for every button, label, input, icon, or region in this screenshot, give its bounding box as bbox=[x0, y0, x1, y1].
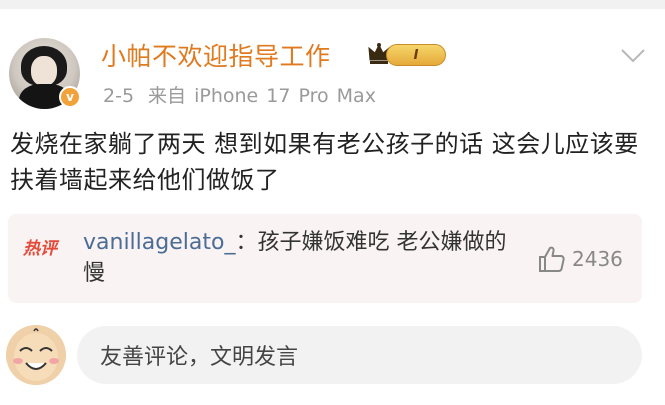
like-count: 2436 bbox=[572, 247, 623, 271]
post-content: 发烧在家躺了两天 想到如果有老公孩子的话 这会儿应该要扶着墙起来给他们做饭了 bbox=[10, 130, 639, 194]
chevron-down-icon[interactable] bbox=[620, 42, 646, 68]
hot-commenter-name[interactable]: vanillagelato_ bbox=[83, 230, 235, 255]
level-badge[interactable]: I bbox=[386, 44, 446, 66]
verified-icon: v bbox=[59, 86, 81, 108]
comment-placeholder: 友善评论，文明发言 bbox=[100, 345, 299, 370]
hot-comment-tag: 热评 bbox=[23, 239, 57, 259]
post-source: 来自 iPhone 17 Pro Max bbox=[148, 85, 376, 107]
thumbs-up-icon[interactable] bbox=[537, 244, 567, 274]
hot-comment-text: vanillagelato_：孩子嫌饭难吃 老公嫌做的慢 bbox=[83, 227, 523, 289]
post-date: 2-5 bbox=[103, 85, 135, 107]
current-user-avatar[interactable] bbox=[6, 325, 66, 385]
top-divider bbox=[0, 0, 665, 9]
username[interactable]: 小帕不欢迎指导工作 bbox=[101, 37, 331, 73]
post-meta: 2-5 来自 iPhone 17 Pro Max bbox=[103, 81, 376, 108]
avatar-face bbox=[31, 56, 57, 86]
